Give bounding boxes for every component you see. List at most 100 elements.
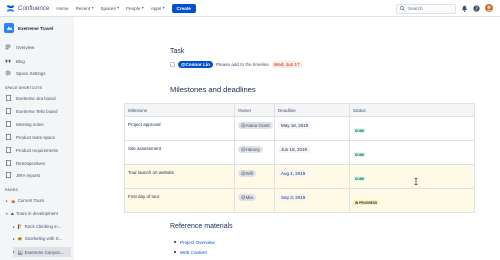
list-item: Web Content [174, 247, 215, 257]
shortcut-label: Product requirements [16, 147, 58, 153]
svg-text:?: ? [475, 6, 478, 12]
page-label: Tours in development [16, 211, 58, 216]
owner-mention[interactable]: @Mia [238, 194, 256, 201]
status-badge: DONE [353, 152, 367, 157]
references-heading: Reference materials [170, 223, 233, 230]
owner-cell: @Will [234, 164, 275, 189]
due-date[interactable]: Wed, Jun 17 [271, 61, 302, 68]
page-icon [5, 95, 11, 101]
user-mention[interactable]: @Connor Lin [178, 61, 213, 68]
milestone-name: Site assessment [128, 146, 162, 151]
milestone-cell: Site assessment [124, 140, 235, 165]
page-tree-item[interactable]: ▸ 🐠 Snorkeling with S... [13, 236, 62, 241]
user-avatar[interactable] [485, 4, 493, 12]
status-cell: DONE [349, 116, 475, 141]
nav-apps[interactable]: Apps ▾ [151, 6, 165, 11]
owner-mention[interactable]: @Will [238, 170, 256, 177]
chevron-down-icon: ▾ [162, 6, 165, 10]
space-header[interactable]: Exetreme Travel [0, 17, 74, 33]
shortcut-label: Meeting notes [16, 121, 44, 127]
nav-recent[interactable]: Recent ▾ [76, 6, 94, 11]
chevron-down-icon: ▾ [117, 6, 120, 10]
sidebar-shortcut[interactable]: Product team space [5, 134, 55, 140]
page-tree-item-selected[interactable]: ▸ 🏜 Exetreme Canyon... [13, 247, 71, 257]
references-list: Project Overview Web Content [174, 237, 215, 257]
column-header: Owner [234, 103, 275, 117]
page-content: Task @Connor Lin Please add to the timel… [74, 17, 500, 260]
shortcut-label: Exetreme Tello board [16, 108, 58, 114]
column-header: Deadline [274, 103, 350, 117]
sidebar-shortcut[interactable]: Exetreme Tello board [5, 108, 57, 114]
sidebar-shortcut[interactable]: JIRA reports [5, 172, 40, 178]
deadline-cell: Aug 1, 2019 [274, 164, 350, 189]
search-input[interactable]: Search [396, 3, 456, 14]
milestone-name: Project approval [128, 122, 161, 127]
table-row: Project approval @Alana Grant May 18, 20… [124, 116, 475, 141]
deadline-cell: Jun 15, 2019 [274, 140, 350, 165]
quote-icon [5, 58, 11, 64]
shortcut-label: Retrospectives [16, 160, 46, 166]
deadline-date[interactable]: May 18, 2019 [278, 122, 312, 129]
space-name: Exetreme Travel [18, 25, 54, 31]
page-icon [5, 108, 11, 114]
chevron-right-icon: ▸ [13, 236, 15, 241]
status-badge: IN PROGRESS [353, 200, 380, 205]
reference-link[interactable]: Project Overview [180, 240, 215, 245]
task-checkbox[interactable] [170, 62, 175, 67]
sidebar-shortcut[interactable]: Meeting notes [5, 121, 44, 127]
milestones-heading: Milestones and deadlines [170, 85, 256, 94]
create-button[interactable]: Create [171, 3, 196, 13]
page-icon [5, 147, 11, 153]
page-tree-item[interactable]: ▸ 🧗 Rock Climbing in... [13, 224, 61, 229]
sidebar-shortcut[interactable]: Retrospectives [5, 160, 45, 166]
status-cell: DONE [349, 140, 475, 165]
nav-home[interactable]: Home [56, 6, 68, 11]
sidebar-item-overview[interactable]: Overview [5, 44, 34, 50]
sidebar-item-blog[interactable]: Blog [5, 58, 25, 64]
text-cursor-icon [414, 178, 418, 185]
nav-apps-label: Apps [150, 5, 162, 11]
chevron-down-icon: ▾ [91, 6, 94, 10]
deadline-cell: Sep 3, 2019 [274, 188, 350, 213]
sidebar-shortcut[interactable]: Product requirements [5, 147, 58, 153]
bullet-icon [174, 241, 176, 243]
milestone-name: First day of tour [128, 194, 160, 199]
nav-home-label: Home [56, 5, 69, 11]
deadline-date[interactable]: Sep 3, 2019 [278, 194, 309, 201]
milestone-cell: First day of tour [124, 188, 235, 213]
deadline-cell: May 18, 2019 [274, 116, 350, 141]
status-cell: IN PROGRESS [349, 188, 475, 213]
sidebar-item-space-settings[interactable]: Space Settings [5, 70, 46, 76]
table-row: Site assessment @Harvey Jun 15, 2019 DON… [124, 140, 475, 165]
notifications-icon[interactable] [460, 4, 468, 12]
nav-spaces-label: Spaces [100, 5, 116, 11]
deadline-date[interactable]: Jun 15, 2019 [278, 146, 311, 153]
chevron-down-icon: ▾ [141, 6, 144, 10]
milestone-cell: Tour launch on website [124, 164, 235, 189]
help-icon[interactable]: ? [472, 4, 480, 12]
page-tree-item[interactable]: ▾ ⛰ Tours in development [6, 211, 58, 216]
milestones-table: Milestone Owner Deadline Status Project … [124, 103, 475, 213]
tour-emoji-icon: ⛰ [10, 211, 15, 216]
owner-mention[interactable]: @Harvey [238, 146, 263, 153]
main-nav: Home Recent ▾ Spaces ▾ People ▾ Apps ▾ Creat… [56, 3, 196, 13]
owner-cell: @Alana Grant [234, 116, 275, 141]
status-badge: DONE [353, 128, 367, 133]
nav-people[interactable]: People ▾ [126, 6, 144, 11]
owner-mention[interactable]: @Alana Grant [238, 122, 273, 129]
owner-cell: @Mia [234, 188, 275, 213]
chevron-down-icon: ▾ [6, 211, 8, 216]
confluence-logo[interactable]: Confluence [6, 4, 49, 13]
reference-link[interactable]: Web Content [180, 250, 207, 255]
canyon-emoji-icon: 🏜 [17, 249, 23, 255]
confluence-logo-icon [6, 4, 15, 12]
snorkel-emoji-icon: 🐠 [17, 236, 23, 241]
page-tree-item[interactable]: ▸ ⛺ Current Tours [6, 198, 44, 203]
shortcut-label: JIRA reports [16, 172, 41, 178]
deadline-date[interactable]: Aug 1, 2019 [278, 170, 309, 177]
space-logo-icon [4, 23, 14, 33]
column-header: Milestone [124, 103, 235, 117]
nav-spaces[interactable]: Spaces ▾ [100, 6, 119, 11]
sidebar-shortcut[interactable]: Exetreme Jira board [5, 95, 56, 101]
table-row-highlighted: First day of tour @Mia Sep 3, 2019 IN PR… [124, 188, 475, 213]
